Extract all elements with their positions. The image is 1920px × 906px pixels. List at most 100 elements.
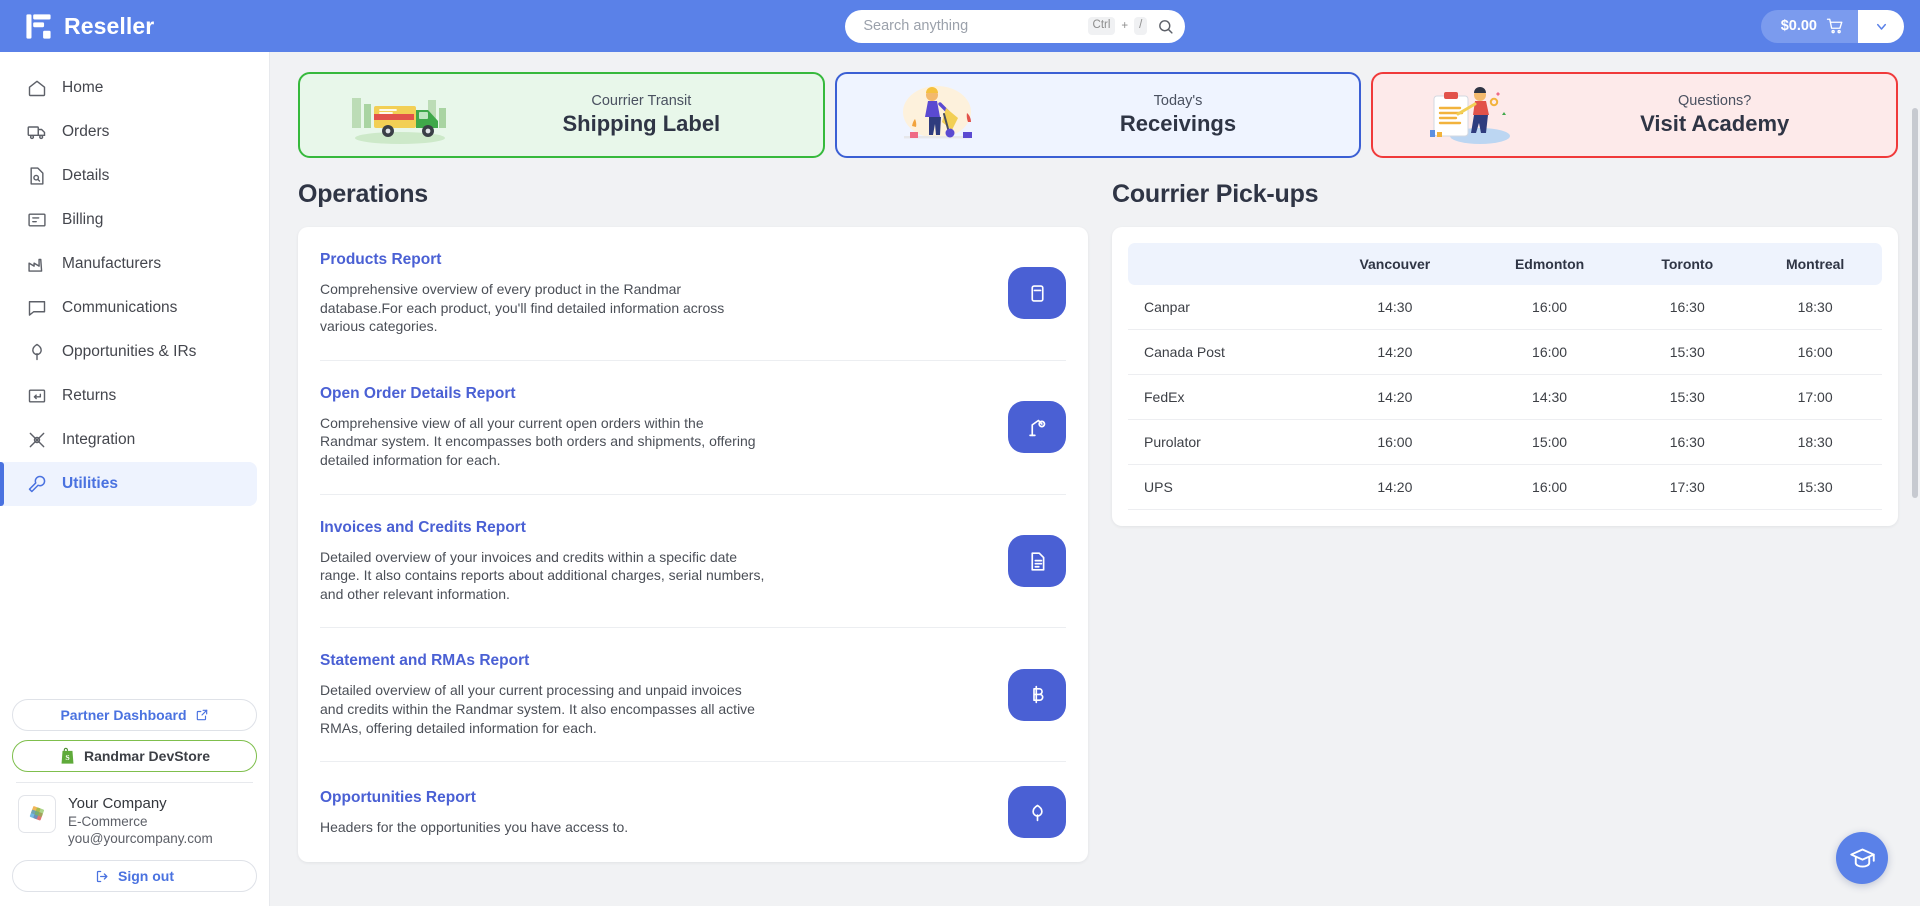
sidebar-item-opportunities[interactable]: Opportunities & IRs: [0, 330, 257, 374]
table-row: UPS 14:20 16:00 17:30 15:30: [1128, 464, 1882, 510]
report-description: Detailed overview of your invoices and c…: [320, 548, 765, 602]
cell-courier: UPS: [1128, 464, 1317, 510]
report-title[interactable]: Statement and RMAs Report: [320, 652, 988, 670]
sign-out-icon: [96, 870, 108, 882]
banner-row: Courrier Transit Shipping Label Today's …: [270, 52, 1920, 158]
cell-time: 18:30: [1748, 285, 1882, 330]
cell-time: 16:30: [1626, 419, 1749, 465]
cart-button[interactable]: $0.00: [1760, 9, 1858, 43]
sidebar-item-manufacturers[interactable]: Manufacturers: [0, 242, 257, 286]
partner-dashboard-button[interactable]: Partner Dashboard: [12, 699, 257, 731]
sidebar-nav: Home Orders Details Billing Manufacturer…: [0, 52, 269, 506]
cart-icon: [1826, 18, 1843, 34]
company-type: E-Commerce: [68, 814, 148, 829]
svg-text:S: S: [65, 753, 69, 762]
cell-time: 14:30: [1472, 374, 1627, 420]
operations-column: Operations Products Report Comprehensive…: [298, 180, 1088, 863]
sidebar-item-label: Returns: [62, 387, 117, 404]
file-text-icon[interactable]: [1008, 535, 1066, 588]
sidebar-divider: [16, 782, 253, 783]
report-title[interactable]: Opportunities Report: [320, 789, 988, 807]
search-icon[interactable]: [1157, 18, 1174, 35]
sidebar-item-billing[interactable]: Billing: [0, 198, 257, 242]
sign-out-button[interactable]: Sign out: [12, 860, 257, 892]
table-row: Canpar 14:30 16:00 16:30 18:30: [1128, 285, 1882, 330]
shortcut-slash: /: [1134, 17, 1148, 35]
report-title[interactable]: Invoices and Credits Report: [320, 519, 988, 537]
report-description: Headers for the opportunities you have a…: [320, 818, 629, 835]
sidebar-item-home[interactable]: Home: [0, 66, 257, 110]
report-row[interactable]: Statement and RMAs Report Detailed overv…: [320, 628, 1066, 763]
banner-text: Today's Receivings: [1037, 93, 1360, 137]
search-placeholder: Search anything: [863, 18, 969, 34]
banner-kicker: Questions?: [1678, 93, 1752, 109]
cell-courier: FedEx: [1128, 374, 1317, 420]
banner-text: Courrier Transit Shipping Label: [500, 93, 823, 137]
cell-time: 16:30: [1626, 285, 1749, 330]
cell-time: 14:30: [1316, 285, 1473, 330]
page-scrollbar[interactable]: [1912, 108, 1918, 498]
report-body: Statement and RMAs Report Detailed overv…: [320, 652, 988, 737]
table-row: Canada Post 14:20 16:00 15:30 16:00: [1128, 329, 1882, 375]
column-header-vancouver: Vancouver: [1316, 243, 1473, 285]
banner-title: Visit Academy: [1640, 111, 1790, 136]
cell-time: 16:00: [1316, 419, 1473, 465]
bitcoin-icon[interactable]: [1008, 668, 1066, 721]
sidebar-item-details[interactable]: Details: [0, 154, 257, 198]
delivery-truck-illustration: [300, 84, 500, 146]
brand[interactable]: Reseller: [0, 12, 270, 41]
sidebar-item-label: Home: [62, 79, 104, 96]
home-icon: [28, 80, 46, 97]
robot-arm-icon[interactable]: [1008, 401, 1066, 454]
sidebar-item-communications[interactable]: Communications: [0, 286, 257, 330]
report-body: Invoices and Credits Report Detailed ove…: [320, 519, 988, 604]
report-row[interactable]: Products Report Comprehensive overview o…: [320, 227, 1066, 361]
report-title[interactable]: Open Order Details Report: [320, 385, 988, 403]
banner-visit-academy[interactable]: Questions? Visit Academy: [1371, 72, 1899, 158]
database-icon[interactable]: [1008, 267, 1066, 320]
cart-dropdown-button[interactable]: [1858, 9, 1904, 43]
cell-time: 15:30: [1626, 329, 1749, 375]
pickups-table-head: Vancouver Edmonton Toronto Montreal: [1128, 243, 1882, 285]
report-description: Comprehensive view of all your current o…: [320, 414, 756, 469]
cell-time: 14:20: [1316, 374, 1473, 420]
banner-receivings[interactable]: Today's Receivings: [834, 72, 1362, 158]
banner-shipping-label[interactable]: Courrier Transit Shipping Label: [298, 72, 825, 158]
devstore-button[interactable]: S Randmar DevStore: [12, 740, 257, 772]
document-search-icon: [30, 167, 44, 185]
report-title[interactable]: Products Report: [320, 251, 988, 269]
return-arrow-icon: [28, 389, 46, 403]
sidebar-item-returns[interactable]: Returns: [0, 374, 257, 418]
report-row[interactable]: Open Order Details Report Comprehensive …: [320, 361, 1066, 495]
company-avatar-icon: [29, 805, 44, 820]
company-logo: [18, 795, 56, 833]
logo-icon: [26, 13, 51, 39]
sidebar-item-label: Utilities: [62, 475, 118, 492]
sign-out-label: Sign out: [118, 868, 174, 884]
sidebar-item-label: Integration: [62, 431, 136, 448]
banner-title: Shipping Label: [562, 111, 721, 136]
flower-icon[interactable]: [1008, 786, 1066, 839]
partner-dashboard-label: Partner Dashboard: [60, 707, 187, 723]
academy-fab-button[interactable]: [1836, 832, 1888, 884]
worker-dolly-illustration: [837, 82, 1037, 148]
sidebar-item-integration[interactable]: Integration: [0, 418, 257, 462]
sidebar-item-utilities[interactable]: Utilities: [0, 462, 257, 506]
sidebar-item-orders[interactable]: Orders: [0, 110, 257, 154]
banner-kicker: Courrier Transit: [591, 93, 692, 109]
search-input[interactable]: Search anything Ctrl + /: [845, 9, 1186, 43]
company-email: you@yourcompany.com: [68, 831, 213, 846]
report-description: Detailed overview of all your current pr…: [320, 682, 755, 736]
sidebar-footer: Partner Dashboard S Randmar DevStore You…: [0, 699, 269, 906]
report-row[interactable]: Invoices and Credits Report Detailed ove…: [320, 495, 1066, 629]
sidebar-item-label: Communications: [62, 299, 178, 316]
pickups-table: Vancouver Edmonton Toronto Montreal Canp…: [1128, 243, 1882, 510]
integration-icon: [29, 432, 45, 448]
cell-time: 14:20: [1316, 329, 1473, 375]
report-row[interactable]: Opportunities Report Headers for the opp…: [320, 762, 1066, 862]
cell-courier: Canada Post: [1128, 329, 1317, 375]
truck-icon: [27, 126, 46, 140]
cell-time: 14:20: [1316, 464, 1473, 510]
table-row: FedEx 14:20 14:30 15:30 17:00: [1128, 374, 1882, 420]
